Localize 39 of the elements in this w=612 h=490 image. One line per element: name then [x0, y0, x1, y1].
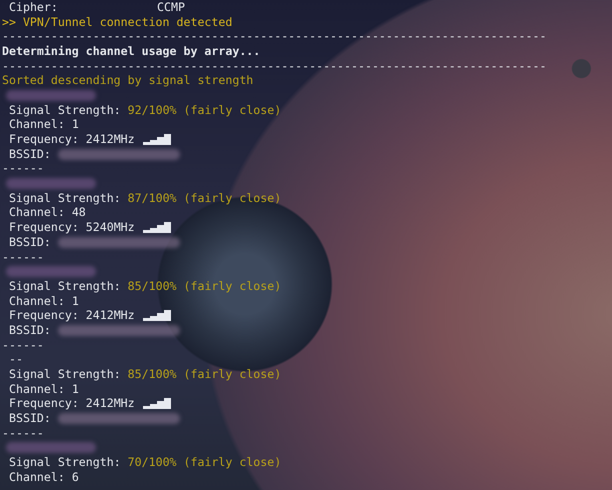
signal-bars-icon — [142, 310, 171, 322]
channel-text: Channel: 48 — [9, 205, 86, 220]
cipher-label: Cipher: — [9, 0, 59, 15]
channel-text: Channel: 6 — [9, 470, 79, 485]
signal-value: 85/100% (fairly close) — [126, 367, 282, 382]
bssid-label: BSSID: — [9, 234, 51, 250]
channel-text: Channel: 1 — [9, 294, 79, 309]
signal-value: 92/100% (fairly close) — [126, 102, 282, 118]
separator-line: ------ — [2, 338, 44, 353]
channel-text: Channel: 1 — [9, 382, 79, 397]
frequency-text: Frequency: 2412MHz — [9, 308, 135, 324]
frequency-text: Frequency: 2412MHz — [9, 132, 135, 148]
separator-line: ------ — [2, 250, 44, 265]
separator-line: ------ — [2, 161, 44, 176]
signal-value: 70/100% (fairly close) — [126, 455, 282, 470]
section-heading: Determining channel usage by array... — [2, 44, 260, 59]
frequency-text: Frequency: 5240MHz — [9, 220, 135, 236]
frequency-text: Frequency: 2412MHz — [9, 396, 135, 412]
vpn-notice: >> VPN/Tunnel connection detected — [2, 14, 232, 30]
signal-bars-icon — [142, 222, 171, 234]
separator-line: ------------------------------------------------------------------------------ — [2, 58, 546, 74]
signal-value: 87/100% (fairly close) — [126, 190, 282, 206]
separator-line: ------------------------------------------------------------------------------ — [2, 29, 546, 44]
channel-text: Channel: 1 — [9, 117, 79, 132]
bssid-label: BSSID: — [9, 146, 51, 162]
signal-bars-icon — [142, 134, 171, 146]
signal-label: Signal Strength: — [9, 278, 121, 294]
signal-label: Signal Strength: — [9, 102, 121, 118]
signal-value: 85/100% (fairly close) — [126, 278, 282, 294]
bssid-label: BSSID: — [9, 322, 51, 338]
network-name: -- — [9, 352, 23, 368]
signal-label: Signal Strength: — [9, 367, 121, 382]
cipher-value: CCMP — [157, 0, 185, 15]
separator-line: ------ — [2, 426, 44, 441]
sort-note: Sorted descending by signal strength — [2, 73, 254, 88]
bssid-label: BSSID: — [9, 411, 51, 426]
signal-bars-icon — [142, 398, 171, 410]
signal-label: Signal Strength: — [9, 190, 121, 206]
signal-label: Signal Strength: — [9, 455, 121, 470]
